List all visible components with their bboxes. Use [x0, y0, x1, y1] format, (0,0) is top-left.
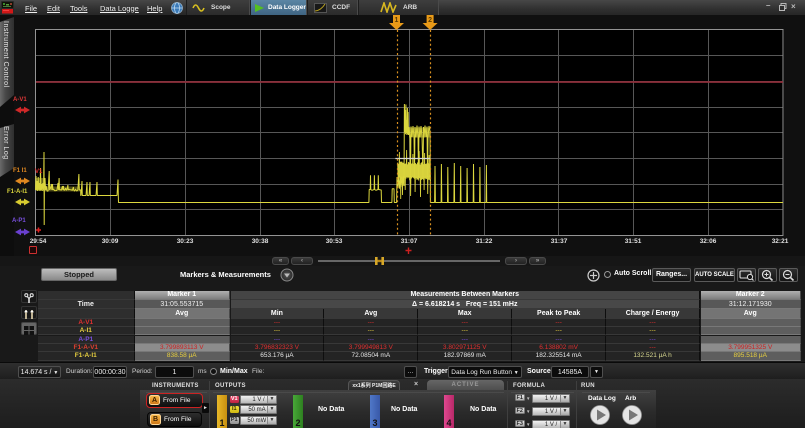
- svg-text:1: 1: [395, 17, 399, 24]
- svg-text:2: 2: [428, 17, 432, 24]
